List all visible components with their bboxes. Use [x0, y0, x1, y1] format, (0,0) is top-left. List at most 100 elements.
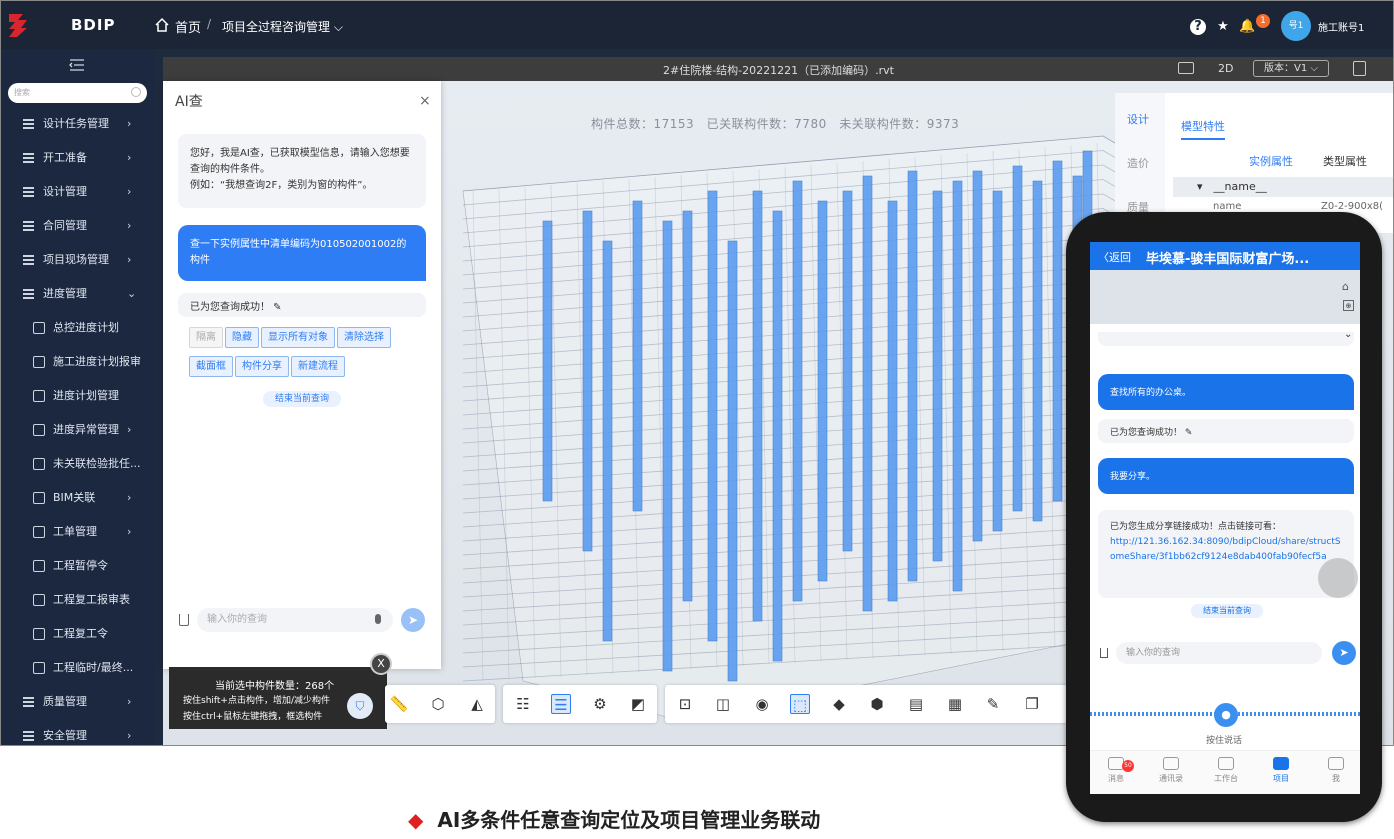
sidebar-item-label: 工程复工报审表 [53, 593, 130, 606]
sidebar-item[interactable]: 质量管理 › [1, 685, 155, 719]
sidebar-item[interactable]: 开工准备 › [1, 141, 155, 175]
star-icon[interactable]: ★ [1215, 19, 1231, 35]
sidebar-item[interactable]: 工程暂停令 [1, 549, 155, 583]
close-icon[interactable]: × [419, 93, 431, 109]
sidebar-item[interactable]: 项目现场管理 › [1, 243, 155, 277]
sidebar-item-label: 设计任务管理 [43, 117, 109, 130]
eye-icon[interactable]: ◉ [752, 694, 772, 714]
settings-icon[interactable]: ⚙ [590, 694, 610, 714]
camera-icon[interactable]: ◫ [713, 694, 733, 714]
microphone-button[interactable]: ● [1214, 703, 1238, 727]
sidebar-item[interactable]: 工程临时/最终... [1, 651, 155, 685]
list-search-icon[interactable]: ▦ [945, 694, 965, 714]
action-chip[interactable]: 构件分享 [235, 356, 289, 377]
tab-type-properties[interactable]: 类型属性 [1323, 153, 1367, 169]
sidebar-item[interactable]: 工单管理 › [1, 515, 155, 549]
box-select-icon[interactable]: ⬚ [790, 694, 810, 714]
home-icon[interactable] [154, 17, 170, 33]
phone-nav-item[interactable]: 通讯录 [1151, 757, 1191, 784]
tab-cost[interactable]: 造价 [1127, 155, 1149, 171]
tab-design[interactable]: 设计 [1127, 111, 1149, 127]
assistant-greeting: 您好，我是AI查，已获取模型信息，请输入您想要查询的构件条件。 例如：“我想查询2… [178, 134, 426, 208]
share-link[interactable]: http://121.36.162.34:8090/bdipCloud/shar… [1110, 535, 1342, 565]
bell-icon[interactable]: 🔔 [1239, 19, 1255, 35]
viewer-title-bar: 2#住院楼-结构-20221221（已添加编码）.rvt 2D 版本：V1 ⌵ [163, 57, 1393, 81]
collapse-menu-icon[interactable] [69, 59, 85, 71]
floating-assist-button[interactable] [1318, 558, 1358, 598]
section-icon[interactable]: ◭ [467, 694, 487, 714]
action-chip[interactable]: 新建流程 [291, 356, 345, 377]
sidebar-item-label: 质量管理 [43, 695, 87, 708]
sidebar-item[interactable]: 安全管理 › [1, 719, 155, 745]
sidebar-item[interactable]: 工程复工报审表 [1, 583, 155, 617]
tooltip-close-button[interactable]: X [370, 653, 392, 675]
version-select[interactable]: 版本：V1 ⌵ [1253, 60, 1329, 77]
tab-instance-properties[interactable]: 实例属性 [1249, 153, 1293, 169]
keyboard-icon[interactable] [1178, 62, 1194, 74]
sidebar-item[interactable]: 施工进度计划报审 [1, 345, 155, 379]
microphone-icon[interactable] [375, 614, 381, 624]
menu-icon [23, 221, 34, 231]
copy-icon[interactable]: ❐ [1022, 694, 1042, 714]
property-group-name[interactable]: ▾ __name__ [1173, 177, 1393, 197]
exit-icon[interactable] [1353, 61, 1366, 76]
model-icon[interactable]: ⬢ [867, 694, 887, 714]
sidebar-item[interactable]: 未关联检验批任... [1, 447, 155, 481]
action-chip[interactable]: 隐藏 [225, 327, 259, 348]
action-chip[interactable]: 隔离 [189, 327, 223, 348]
2d-toggle[interactable]: 2D [1218, 62, 1233, 75]
phone-nav-item[interactable]: 工作台 [1206, 757, 1246, 784]
phone-model-area[interactable] [1090, 270, 1360, 324]
phone-nav-item[interactable]: 项目 [1261, 757, 1301, 784]
send-button[interactable]: ➤ [1332, 641, 1356, 665]
end-query-button[interactable]: 结束当前查询 [1191, 604, 1263, 618]
chevron-icon: › [127, 185, 132, 198]
back-button[interactable]: 〈返回 [1098, 249, 1131, 265]
sidebar-search-input[interactable]: 搜索 [8, 83, 147, 103]
zoom-icon[interactable]: ⊕ [1343, 300, 1354, 311]
sidebar-item[interactable]: 设计任务管理 › [1, 107, 155, 141]
action-chip[interactable]: 显示所有对象 [261, 327, 335, 348]
sidebar-item-label: 进度管理 [43, 287, 87, 300]
sidebar-item[interactable]: 进度计划管理 [1, 379, 155, 413]
ruler-icon[interactable]: 📏 [389, 694, 409, 714]
phone-nav-item[interactable]: 我 [1316, 757, 1356, 784]
action-chip[interactable]: 截面框 [189, 356, 233, 377]
zoom-window-icon[interactable]: ⊡ [675, 694, 695, 714]
sidebar-item[interactable]: 设计管理 › [1, 175, 155, 209]
sidebar-item[interactable]: 工程复工令 [1, 617, 155, 651]
sign-icon[interactable]: ✎ [983, 694, 1003, 714]
sidebar-item[interactable]: 进度异常管理 › [1, 413, 155, 447]
home-icon[interactable]: ⌂ [1342, 280, 1349, 293]
query-input[interactable]: 输入你的查询 [197, 608, 393, 632]
model-properties-heading[interactable]: 模型特性 [1181, 118, 1225, 140]
send-button[interactable]: ➤ [401, 608, 425, 632]
sidebar-item[interactable]: 合同管理 › [1, 209, 155, 243]
breadcrumb-home[interactable]: 首页 [175, 17, 201, 36]
username[interactable]: 施工账号1 [1318, 19, 1364, 34]
help-icon[interactable]: ? [1190, 19, 1206, 35]
sidebar-item[interactable]: BIM关联 › [1, 481, 155, 515]
trash-icon[interactable] [1100, 648, 1108, 658]
hold-to-talk-label: 按住说话 [1206, 736, 1243, 746]
cube-icon[interactable]: ⬡ [428, 694, 448, 714]
nav-icon [1273, 757, 1289, 770]
properties-icon[interactable]: ☰ [551, 694, 571, 714]
sidebar-item[interactable]: 进度管理 ⌄ [1, 277, 155, 311]
menu-icon [33, 492, 45, 504]
tree-icon[interactable]: ☷ [513, 694, 533, 714]
avatar[interactable]: 号1 [1281, 11, 1311, 41]
filter-icon[interactable]: ⛉ [347, 693, 373, 719]
contrast-icon[interactable]: ◩ [628, 694, 648, 714]
end-query-button[interactable]: 结束当前查询 [263, 391, 341, 407]
paint-icon[interactable]: ◆ [829, 694, 849, 714]
caption: ◆ AI多条件任意查询定位及项目管理业务联动 [408, 804, 820, 833]
chevron-down-icon[interactable]: ⌄ [1344, 329, 1352, 340]
document-icon[interactable]: ▤ [906, 694, 926, 714]
phone-query-input[interactable]: 输入你的查询 [1116, 642, 1322, 664]
sidebar-item[interactable]: 总控进度计划 [1, 311, 155, 345]
trash-icon[interactable] [179, 614, 189, 626]
action-chip[interactable]: 清除选择 [337, 327, 391, 348]
project-dropdown[interactable]: 项目全过程咨询管理 ⌵ [222, 18, 343, 35]
phone-nav-item[interactable]: 消息 50 [1096, 757, 1136, 784]
